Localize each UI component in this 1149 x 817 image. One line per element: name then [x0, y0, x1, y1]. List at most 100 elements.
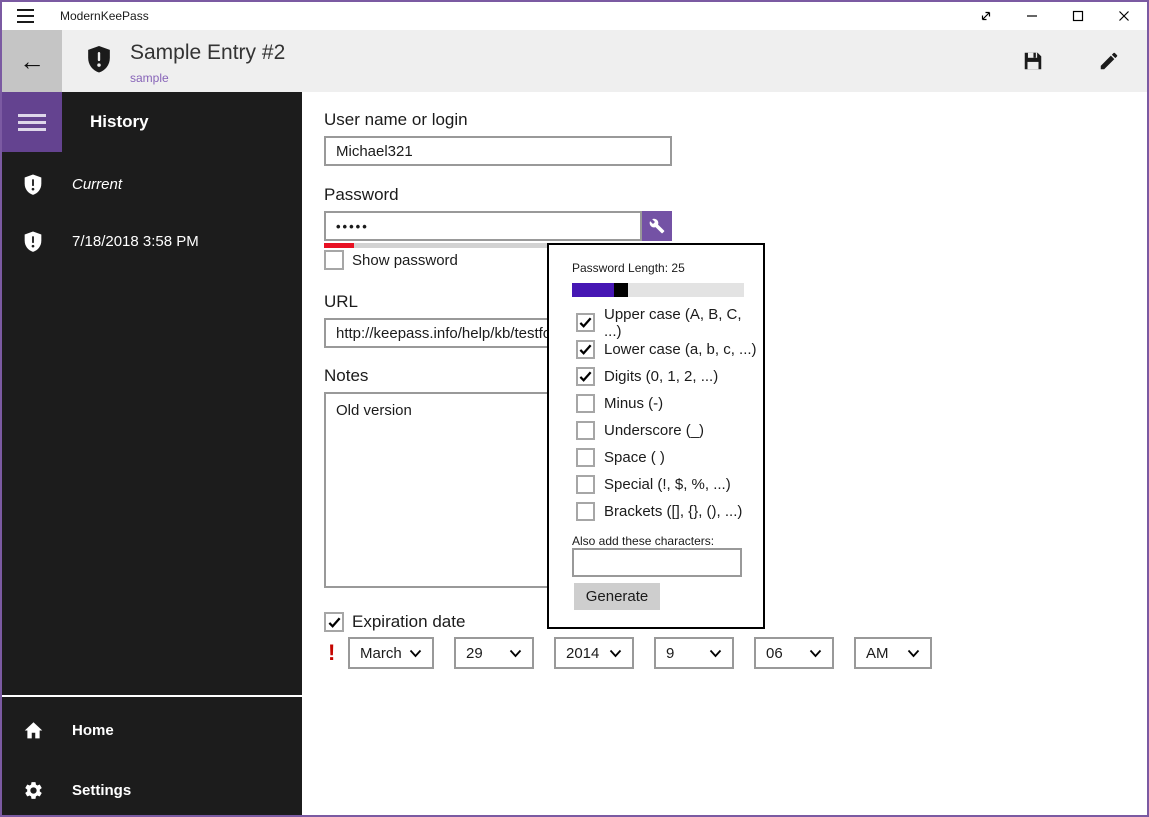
- brackets-checkbox[interactable]: [576, 502, 595, 521]
- generator-options: Upper case (A, B, C, ...) Lower case (a,…: [576, 306, 763, 525]
- home-icon: [22, 720, 44, 741]
- hour-value: 9: [666, 644, 675, 662]
- entry-shield-icon: [88, 46, 110, 73]
- upper-case-checkbox[interactable]: [576, 313, 595, 332]
- nav-menu-button[interactable]: [2, 92, 62, 152]
- password-input[interactable]: [324, 211, 642, 241]
- edit-button[interactable]: [1093, 45, 1125, 77]
- notes-label: Notes: [324, 366, 369, 385]
- underscore-checkbox[interactable]: [576, 421, 595, 440]
- gear-icon: [22, 780, 44, 801]
- ampm-dropdown[interactable]: AM: [854, 637, 932, 669]
- password-length-label: Password Length: 25: [572, 261, 685, 275]
- lower-case-label: Lower case (a, b, c, ...): [604, 341, 757, 358]
- chevron-down-icon: [809, 649, 822, 658]
- history-item-label: 7/18/2018 3:58 PM: [72, 232, 199, 250]
- sidebar-divider: [2, 695, 302, 697]
- window-controls: [963, 2, 1147, 30]
- also-add-input[interactable]: [572, 548, 742, 577]
- minimize-button[interactable]: [1009, 2, 1055, 30]
- expiration-label: Expiration date: [352, 612, 466, 631]
- year-dropdown[interactable]: 2014: [554, 637, 634, 669]
- slider-handle[interactable]: [614, 283, 628, 297]
- lower-case-checkbox[interactable]: [576, 340, 595, 359]
- minus-label: Minus (-): [604, 395, 664, 412]
- settings-label: Settings: [72, 781, 132, 799]
- entry-group-link[interactable]: sample: [130, 71, 169, 85]
- sidebar-heading: History: [90, 112, 149, 131]
- app-window: ModernKeePass ← Sample Entry #2 sample H…: [0, 0, 1149, 817]
- password-generator-popup: Password Length: 25 Upper case (A, B, C,…: [547, 243, 765, 629]
- url-label: URL: [324, 292, 359, 311]
- chevron-down-icon: [709, 649, 722, 658]
- upper-case-label: Upper case (A, B, C, ...): [604, 305, 742, 340]
- show-password-checkbox[interactable]: [324, 250, 344, 270]
- titlebar: ModernKeePass: [2, 2, 1147, 30]
- edit-pencil-icon: [1100, 52, 1118, 70]
- checkmark-icon: [579, 344, 592, 355]
- day-value: 29: [466, 644, 483, 662]
- minute-dropdown[interactable]: 06: [754, 637, 834, 669]
- close-icon: [1119, 11, 1129, 21]
- save-button[interactable]: [1017, 45, 1049, 77]
- history-item-label: Current: [72, 175, 123, 193]
- entry-title: Sample Entry #2: [130, 41, 286, 64]
- checkmark-icon: [579, 371, 592, 382]
- option-row: Minus (-): [576, 390, 763, 417]
- show-password-label: Show password: [352, 251, 458, 269]
- year-value: 2014: [566, 644, 600, 662]
- digits-label: Digits (0, 1, 2, ...): [604, 368, 719, 385]
- app-title: ModernKeePass: [60, 9, 149, 23]
- expiration-checkbox[interactable]: [324, 612, 344, 632]
- close-button[interactable]: [1101, 2, 1147, 30]
- checkmark-icon: [328, 617, 340, 628]
- expired-warning-icon: !: [328, 640, 336, 665]
- back-arrow-icon: ←: [19, 45, 45, 76]
- option-row: Lower case (a, b, c, ...): [576, 336, 763, 363]
- day-dropdown[interactable]: 29: [454, 637, 534, 669]
- hour-dropdown[interactable]: 9: [654, 637, 734, 669]
- home-label: Home: [72, 721, 114, 739]
- brackets-label: Brackets ([], {}, (), ...): [604, 503, 743, 520]
- password-length-slider[interactable]: [572, 283, 744, 297]
- option-row: Digits (0, 1, 2, ...): [576, 363, 763, 390]
- maximize-button[interactable]: [1055, 2, 1101, 30]
- minus-checkbox[interactable]: [576, 394, 595, 413]
- option-row: Upper case (A, B, C, ...): [576, 306, 763, 340]
- generate-button[interactable]: Generate: [574, 583, 660, 610]
- slider-track[interactable]: [628, 283, 744, 297]
- slider-fill: [572, 283, 614, 297]
- underscore-label: Underscore (_): [604, 422, 705, 439]
- chevron-down-icon: [609, 649, 622, 658]
- checkmark-icon: [579, 317, 592, 328]
- maximize-icon: [1072, 10, 1084, 22]
- special-checkbox[interactable]: [576, 475, 595, 494]
- hamburger-icon: [18, 113, 46, 131]
- resize-diagonal-button[interactable]: [963, 2, 1009, 30]
- back-button[interactable]: ←: [2, 30, 62, 92]
- entry-header: ← Sample Entry #2 sample: [2, 30, 1147, 92]
- shield-icon: [22, 173, 44, 196]
- space-checkbox[interactable]: [576, 448, 595, 467]
- also-add-label: Also add these characters:: [572, 534, 715, 548]
- sidebar-item-current[interactable]: Current: [2, 164, 302, 204]
- ampm-value: AM: [866, 644, 889, 662]
- sidebar-item-settings[interactable]: Settings: [2, 770, 302, 810]
- month-value: March: [360, 644, 402, 662]
- digits-checkbox[interactable]: [576, 367, 595, 386]
- shield-icon: [22, 230, 44, 253]
- special-label: Special (!, $, %, ...): [604, 476, 731, 493]
- username-label: User name or login: [324, 110, 468, 129]
- resize-diagonal-icon: [981, 11, 991, 21]
- month-dropdown[interactable]: March: [348, 637, 434, 669]
- titlebar-hamburger-icon[interactable]: [17, 9, 34, 23]
- password-label: Password: [324, 185, 399, 204]
- sidebar-item-history-entry[interactable]: 7/18/2018 3:58 PM: [2, 221, 302, 261]
- username-input[interactable]: [324, 136, 672, 166]
- password-generator-button[interactable]: [642, 211, 672, 241]
- option-row: Space ( ): [576, 444, 763, 471]
- save-icon: [1024, 52, 1042, 70]
- minimize-icon: [1027, 15, 1037, 17]
- sidebar-item-home[interactable]: Home: [2, 710, 302, 750]
- option-row: Brackets ([], {}, (), ...): [576, 498, 763, 525]
